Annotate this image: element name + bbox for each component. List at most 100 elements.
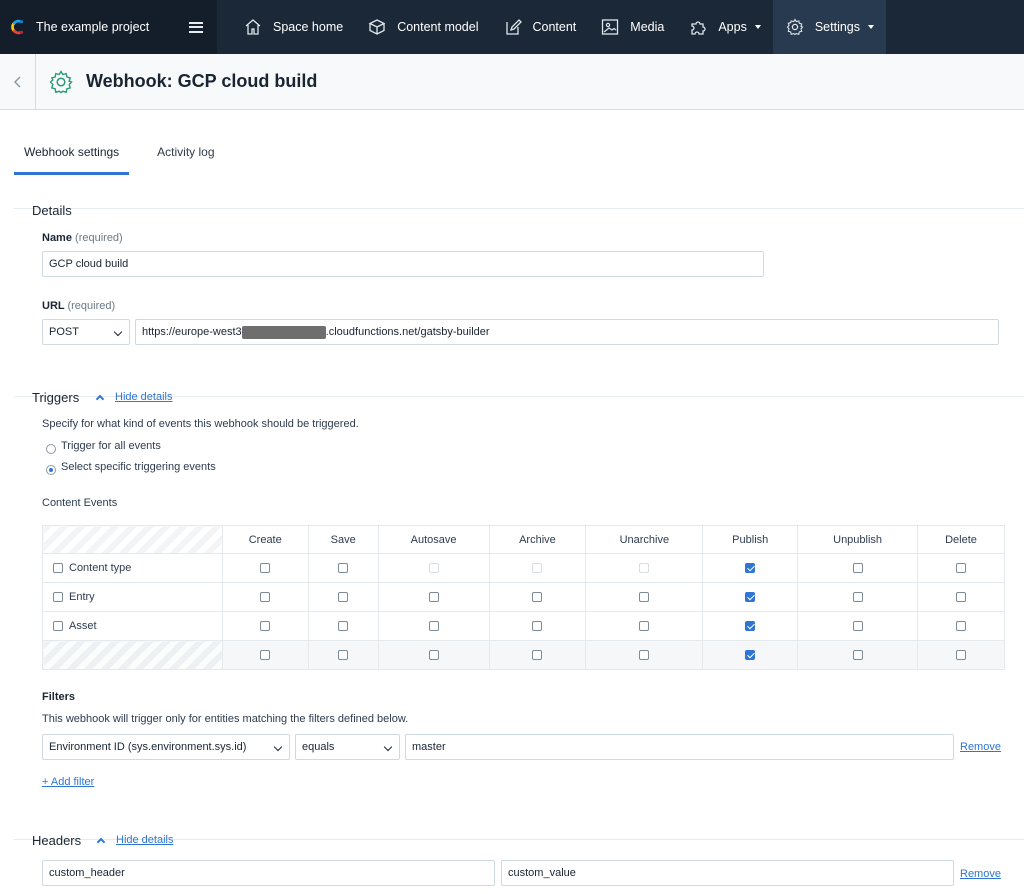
checkbox-archive[interactable] [532, 592, 543, 603]
col-archive: Archive [488, 525, 587, 554]
checkbox-create[interactable] [260, 592, 271, 603]
url-label: URL (required) [42, 300, 116, 312]
chevron-down-icon [113, 327, 123, 337]
header-key-input[interactable]: custom_header [42, 860, 495, 886]
checkbox-save[interactable] [338, 592, 349, 603]
checkbox-create[interactable] [260, 563, 271, 574]
project-name: The example project [36, 20, 150, 34]
triggers-hide-details[interactable]: Hide details [95, 391, 172, 403]
checkbox-autosave [428, 563, 439, 574]
redaction-mark [241, 325, 326, 339]
checkbox-all-unpublish[interactable] [852, 650, 863, 661]
row-label-asset: Asset [42, 611, 223, 641]
checkbox-save[interactable] [338, 563, 349, 574]
name-label: Name (required) [42, 232, 123, 244]
checkbox-autosave[interactable] [428, 621, 439, 632]
space-switcher[interactable]: The example project [0, 0, 217, 54]
col-save: Save [307, 525, 379, 554]
col-autosave: Autosave [377, 525, 490, 554]
nav-space-home[interactable]: Space home [231, 0, 355, 54]
page-header: Webhook: GCP cloud build [0, 53, 1024, 110]
filter-value-input[interactable]: master [405, 734, 954, 760]
nav-label: Content model [397, 20, 479, 34]
nav-label: Settings [814, 20, 860, 34]
radio-all-label: Trigger for all events [61, 440, 161, 452]
checkbox-publish[interactable] [745, 563, 756, 574]
checkbox-create[interactable] [260, 621, 271, 632]
name-input[interactable]: GCP cloud build [42, 251, 764, 277]
checkbox-autosave[interactable] [428, 592, 439, 603]
headers-hide-details[interactable]: Hide details [96, 834, 173, 846]
checkbox-delete[interactable] [956, 592, 967, 603]
tab-activity-log[interactable]: Activity log [147, 136, 224, 175]
col-unarchive: Unarchive [585, 525, 704, 554]
col-publish: Publish [702, 525, 799, 554]
checkbox-all-create[interactable] [260, 650, 271, 661]
row-checkbox[interactable] [53, 621, 63, 632]
menu-icon[interactable] [189, 21, 203, 33]
checkbox-all-autosave[interactable] [428, 650, 439, 661]
checkbox-archive[interactable] [532, 621, 543, 632]
back-button[interactable] [0, 53, 36, 110]
checkbox-all-delete[interactable] [956, 650, 967, 661]
nav-label: Media [630, 20, 665, 34]
checkbox-all-save[interactable] [338, 650, 349, 661]
filter-operator-select[interactable]: equals [295, 734, 400, 760]
checkbox-archive [532, 563, 543, 574]
caret-down-icon [868, 25, 874, 29]
col-delete: Delete [917, 525, 1005, 554]
footer-corner [42, 640, 223, 670]
nav-label: Apps [718, 20, 747, 34]
checkbox-unpublish[interactable] [852, 592, 863, 603]
checkbox-save[interactable] [338, 621, 349, 632]
nav-apps[interactable]: Apps [676, 0, 773, 54]
radio-specific-events[interactable] [46, 465, 56, 475]
contentful-logo-icon [11, 19, 24, 35]
hide-details-link[interactable]: Hide details [116, 834, 173, 846]
nav-media[interactable]: Media [588, 0, 676, 54]
filter-field-select[interactable]: Environment ID (sys.environment.sys.id) [42, 734, 290, 760]
row-checkbox[interactable] [53, 563, 63, 574]
nav-settings[interactable]: Settings [772, 0, 886, 54]
page-title: Webhook: GCP cloud build [86, 71, 318, 91]
hide-details-link[interactable]: Hide details [115, 391, 172, 403]
checkbox-unpublish[interactable] [852, 563, 863, 574]
checkbox-delete[interactable] [956, 621, 967, 632]
home-icon [245, 19, 261, 35]
checkbox-publish[interactable] [745, 592, 756, 603]
details-title: Details [32, 203, 72, 218]
url-input[interactable]: https://europe-west3 .cloudfunctions.net/… [135, 319, 999, 345]
nav-label: Space home [273, 20, 344, 34]
nav-content-model[interactable]: Content model [355, 0, 490, 54]
row-label-content-type: Content type [42, 553, 223, 583]
radio-all-events[interactable] [46, 444, 56, 454]
add-filter-link[interactable]: + Add filter [42, 776, 94, 788]
method-select[interactable]: POST [42, 319, 130, 345]
nav-label: Content [532, 20, 577, 34]
checkbox-unarchive[interactable] [639, 621, 650, 632]
checkbox-publish[interactable] [745, 621, 756, 632]
header-remove-link[interactable]: Remove [960, 868, 1001, 880]
row-checkbox[interactable] [53, 592, 63, 603]
edit-icon [505, 19, 522, 35]
tab-bar: Webhook settings Activity log [14, 136, 225, 175]
checkbox-unarchive[interactable] [639, 592, 650, 603]
chevron-up-icon [96, 837, 106, 846]
checkbox-all-publish[interactable] [745, 650, 756, 661]
tab-webhook-settings[interactable]: Webhook settings [14, 136, 130, 175]
table-row: Asset [42, 611, 1005, 641]
content-events-label: Content Events [42, 497, 118, 509]
checkbox-all-archive[interactable] [532, 650, 543, 661]
caret-down-icon [754, 25, 761, 29]
filters-title: Filters [42, 691, 76, 703]
header-corner [42, 525, 223, 554]
headers-title: Headers [32, 833, 82, 848]
chevron-down-icon [273, 742, 283, 752]
table-row: Entry [42, 582, 1005, 612]
checkbox-all-unarchive[interactable] [639, 650, 650, 661]
header-value-input[interactable]: custom_value [501, 860, 954, 886]
checkbox-delete[interactable] [956, 563, 967, 574]
filter-remove-link[interactable]: Remove [960, 741, 1001, 753]
nav-content[interactable]: Content [491, 0, 589, 54]
checkbox-unpublish[interactable] [852, 621, 863, 632]
